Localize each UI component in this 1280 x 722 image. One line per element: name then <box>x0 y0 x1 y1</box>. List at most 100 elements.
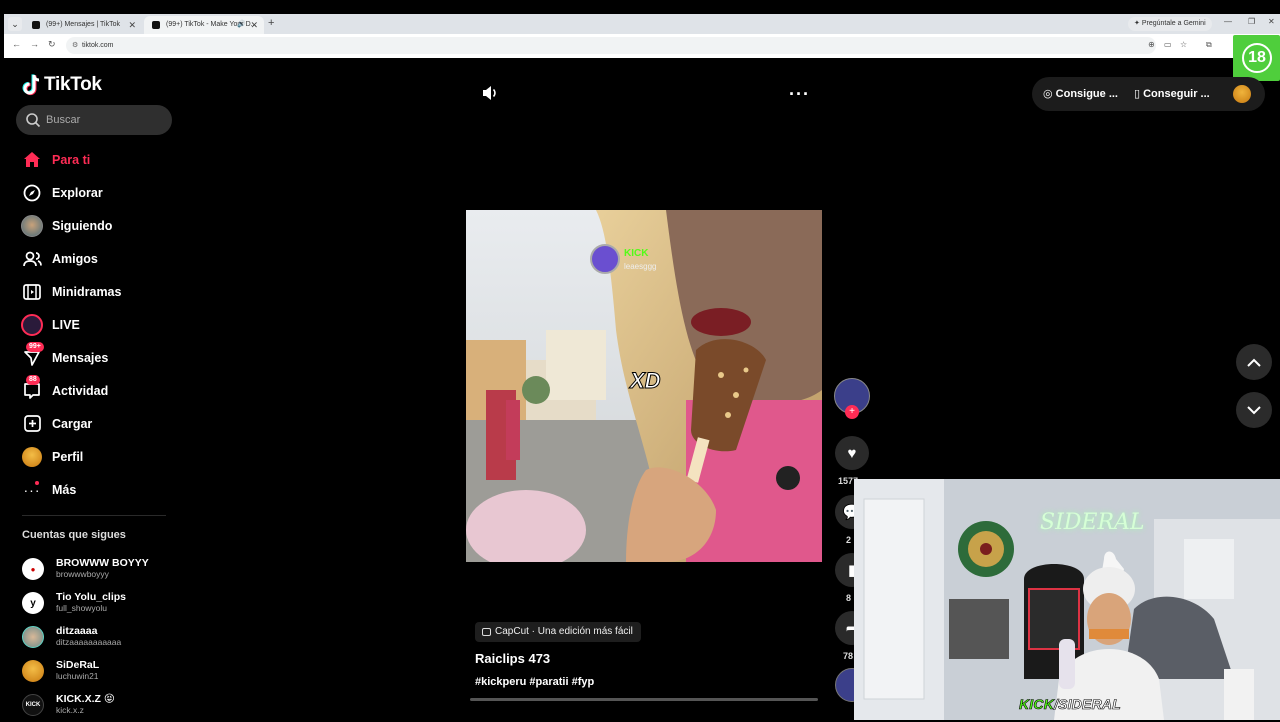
chevron-up-icon <box>1247 358 1261 367</box>
following-list: ● BROWWW BOYYY browwwboyyy y Tio Yolu_cli… <box>22 552 172 722</box>
comment-count: 2 <box>846 535 852 545</box>
minimize-icon[interactable]: — <box>1224 17 1232 26</box>
account-name: Tio Yolu_clips <box>56 591 127 603</box>
following-account[interactable]: y Tio Yolu_clips full_showyolu <box>22 586 172 620</box>
nav-label: Amigos <box>52 251 98 266</box>
back-icon[interactable]: ← <box>12 39 21 49</box>
activity-badge: 88 <box>26 374 40 385</box>
browser-tab-tiktok[interactable]: (99+) TikTok - Make Your D... 🔊 ✕ <box>144 16 264 34</box>
webcam-label-rest: /SIDERAL <box>1054 696 1121 713</box>
nav-item-explorar[interactable]: Explorar <box>18 176 178 209</box>
site-info-icon[interactable]: ⚙ <box>72 37 78 54</box>
neon-sign: SIDERAL <box>1040 510 1145 535</box>
url-text: tiktok.com <box>82 42 114 49</box>
following-account[interactable]: ditzaaaa ditzaaaaaaaaaaa <box>22 620 172 654</box>
home-icon <box>18 148 46 172</box>
search-box[interactable] <box>16 105 172 135</box>
tab-close-icon[interactable]: ✕ <box>128 16 136 34</box>
account-handle: kick.x.z <box>56 705 84 715</box>
search-input[interactable] <box>46 111 166 129</box>
account-name: SiDeRaL <box>56 659 100 671</box>
following-account[interactable]: ● BROWWW BOYYY browwwboyyy <box>22 552 172 586</box>
tab-search-chevron-icon[interactable]: ⌄ <box>8 17 22 31</box>
following-section-title: Cuentas que sigues <box>22 529 126 541</box>
kick-username: leaesggg <box>624 262 657 271</box>
tiktok-favicon-icon <box>32 21 40 29</box>
nav-label: Perfil <box>52 449 84 464</box>
follow-plus-icon[interactable]: + <box>845 405 859 419</box>
video-title: Raiclips 473 <box>475 651 551 666</box>
activity-icon: 88 <box>18 374 46 403</box>
new-tab-icon[interactable]: + <box>268 17 274 29</box>
restore-icon[interactable]: ❐ <box>1248 17 1255 26</box>
nav-item-live[interactable]: LIVE <box>18 308 178 341</box>
nav-label: Cargar <box>52 416 93 431</box>
nav-item-actividad[interactable]: 88 Actividad <box>18 374 178 407</box>
tiktok-note-icon <box>22 74 40 96</box>
top-strip <box>0 0 1280 14</box>
reload-icon[interactable]: ↻ <box>48 39 56 50</box>
nav-label: Minidramas <box>52 284 122 299</box>
capcut-label: CapCut · Una edición más fácil <box>495 626 633 637</box>
nav-label: Actividad <box>52 383 109 398</box>
window-close-icon[interactable]: ✕ <box>1268 17 1275 26</box>
nav-item-minidramas[interactable]: Minidramas <box>18 275 178 308</box>
more-options-icon[interactable]: ··· <box>789 84 810 105</box>
nav-item-cargar[interactable]: Cargar <box>18 407 178 440</box>
kick-tag: KICK <box>624 248 649 259</box>
get-coins-label: Consigue ... <box>1055 88 1118 100</box>
tiktok-logo[interactable]: TikTok <box>22 72 102 98</box>
capcut-icon <box>482 628 491 636</box>
top-actions-pill: ◎ Consigue ... ▯ Conseguir ... <box>1032 77 1265 111</box>
browser-tab-messages[interactable]: (99+) Mensajes | TikTok ✕ <box>24 16 142 34</box>
account-avatar: KICK <box>22 694 44 716</box>
account-name: BROWWW BOYYY <box>56 557 149 569</box>
get-app-button[interactable]: ▯ Conseguir ... <box>1134 87 1210 100</box>
upload-icon <box>18 412 46 436</box>
nav-item-perfil[interactable]: Perfil <box>18 440 178 473</box>
video-overlay-text: XD <box>630 368 662 394</box>
user-avatar[interactable] <box>1233 85 1251 103</box>
profile-avatar-icon <box>18 445 46 469</box>
previous-video-button[interactable] <box>1236 344 1272 380</box>
webcam-label: KICK/SIDERAL <box>1019 696 1121 713</box>
following-account[interactable]: SiDeRaL luchuwin21 <box>22 654 172 688</box>
nav-label: Explorar <box>52 185 103 200</box>
account-handle: luchuwin21 <box>56 671 99 681</box>
gemini-label: Pregúntale a Gemini <box>1141 20 1206 27</box>
compass-icon <box>18 181 46 205</box>
nav-item-amigos[interactable]: Amigos <box>18 242 178 275</box>
age-rating-number: 18 <box>1242 43 1272 73</box>
nav-label: Siguiendo <box>52 218 113 233</box>
get-app-label: Conseguir ... <box>1143 88 1210 100</box>
tab-title: (99+) Mensajes | TikTok <box>46 21 120 28</box>
video-hashtags[interactable]: #kickperu #paratii #fyp <box>475 676 594 688</box>
nav-item-mas[interactable]: ··· Más <box>18 473 178 506</box>
share-count: 78 <box>843 651 854 661</box>
next-video-button[interactable] <box>1236 392 1272 428</box>
nav-item-mensajes[interactable]: 99+ Mensajes <box>18 341 178 374</box>
zoom-icon[interactable]: ⊕ <box>1148 40 1155 49</box>
nav-item-siguiendo[interactable]: Siguiendo <box>18 209 178 242</box>
like-button[interactable]: ♥ <box>835 436 869 470</box>
capcut-anchor[interactable]: CapCut · Una edición más fácil <box>475 622 641 642</box>
video-progress-bar[interactable] <box>470 698 818 701</box>
address-row: ← → ↻ ⚙ tiktok.com ⊕ ▭ ☆ ⧉ <box>4 34 1280 58</box>
gemini-button[interactable]: ✦ Pregúntale a Gemini <box>1128 17 1212 31</box>
forward-icon[interactable]: → <box>30 39 39 49</box>
address-bar[interactable]: ⚙ tiktok.com <box>66 37 1156 54</box>
bookmark-star-icon[interactable]: ☆ <box>1180 40 1187 49</box>
browser-chrome: ⌄ (99+) Mensajes | TikTok ✕ (99+) TikTok… <box>4 14 1280 58</box>
following-avatar-icon <box>18 214 46 238</box>
cast-icon[interactable]: ▭ <box>1164 40 1172 49</box>
tab-audio-icon[interactable]: 🔊 <box>237 16 246 34</box>
following-account[interactable]: KICK KICK.X.Z 😝 kick.x.z <box>22 688 172 722</box>
volume-icon[interactable] <box>481 84 499 102</box>
tab-close-icon[interactable]: ✕ <box>250 16 258 34</box>
age-rating-badge: 18 <box>1233 35 1280 81</box>
nav-item-para-ti[interactable]: Para ti <box>18 143 178 176</box>
search-icon <box>26 113 41 128</box>
extensions-icon[interactable]: ⧉ <box>1206 40 1212 50</box>
nav-label: LIVE <box>52 317 80 332</box>
get-coins-button[interactable]: ◎ Consigue ... <box>1043 87 1118 100</box>
